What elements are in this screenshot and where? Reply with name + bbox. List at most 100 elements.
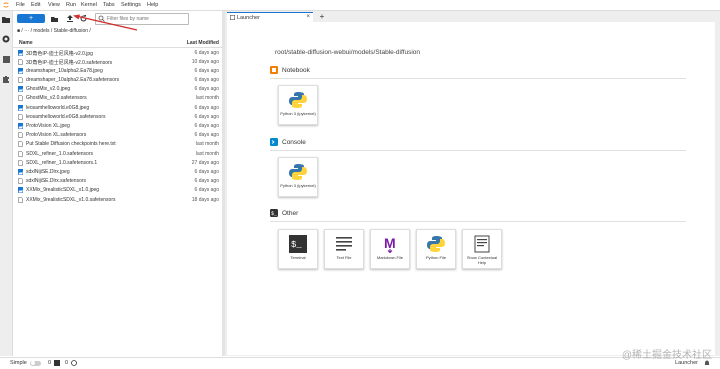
extension-icon[interactable] [2, 75, 10, 83]
file-name: SDXL_refiner_1.0.safetensors [26, 150, 93, 157]
file-modified: 6 days ago [194, 178, 219, 185]
notebook-python3-card[interactable]: Python 3 (ipykernel) [278, 85, 318, 125]
column-last-modified[interactable]: Last Modified [187, 40, 219, 46]
file-name: ProtoVision XL.jpeg [26, 123, 70, 129]
image-file-icon [18, 86, 23, 93]
image-file-icon [18, 104, 23, 111]
launcher-panel: root/stable-diffusion-webui/models/Stabl… [227, 22, 715, 355]
add-tab-button[interactable]: + [317, 12, 327, 22]
filter-files-input[interactable] [95, 13, 189, 25]
file-name: leosamhelloworld.e0G8.safetensors [26, 113, 106, 120]
file-list: 3D角色IP-迪士尼风格-v2.0.jpg 6 days ago 3D角色IP-迪士… [13, 48, 222, 204]
simple-mode-toggle[interactable] [30, 360, 41, 366]
file-icon [18, 196, 23, 203]
file-row[interactable]: XXMix_9realisticSDXL_v1.0.safetensors 18 … [13, 195, 222, 204]
file-row[interactable]: sdxlNijiSE.Dlrx.safetensors 6 days ago [13, 177, 222, 186]
running-icon[interactable] [2, 35, 10, 43]
upload-icon[interactable] [65, 14, 74, 23]
file-name: dreamshaper_10alpha2.Ea78.jpeg [26, 67, 103, 74]
text-file-card[interactable]: Text File [324, 229, 364, 269]
menu-file[interactable]: File [16, 2, 25, 8]
filter-files-field[interactable] [96, 14, 187, 23]
new-folder-icon[interactable] [50, 14, 59, 23]
file-icon [18, 160, 23, 166]
python-logo-icon [427, 236, 445, 252]
file-row[interactable]: dreamshaper_10alpha2.Ea78.jpeg 6 days ago [13, 66, 222, 75]
main-area: Launcher × + root/stable-diffusion-webui… [225, 11, 720, 356]
svg-text:$_: $_ [291, 240, 302, 250]
launcher-path: root/stable-diffusion-webui/models/Stabl… [275, 49, 421, 56]
file-row[interactable]: 3D角色IP-迪士尼风格-v2.0.jpg 6 days ago [13, 48, 222, 57]
image-file-icon [18, 168, 23, 175]
jupyter-logo-icon [3, 2, 9, 8]
image-file-icon [18, 123, 23, 129]
close-icon[interactable]: × [306, 14, 310, 20]
file-modified: 6 days ago [194, 132, 219, 139]
file-row[interactable]: leosamhelloworld.e0G8.jpeg 6 days ago [13, 103, 222, 112]
file-name: GhostMix_v2.0.safetensors [26, 95, 87, 102]
card-label: Markdown File [376, 255, 403, 260]
terminal-card[interactable]: $_ Terminal [278, 229, 318, 269]
file-row[interactable]: ProtoVision XL.jpeg 6 days ago [13, 122, 222, 131]
card-label: Show Contextual Help [466, 255, 498, 265]
file-row[interactable]: SDXL_refiner_1.0.safetensors.1 27 days ag… [13, 158, 222, 167]
file-name: XXMix_9realisticSDXL_v1.0.safetensors [26, 196, 116, 203]
file-modified: last month [195, 95, 219, 102]
terminal-count[interactable]: 0 [48, 360, 51, 366]
notebook-divider [270, 78, 686, 79]
file-row[interactable]: sdxlNijiSE.Dlrx.jpeg 6 days ago [13, 167, 222, 176]
menu-help[interactable]: Help [147, 2, 158, 8]
file-row[interactable]: GhostMix_v2.0.jpeg 6 days ago [13, 85, 222, 94]
file-row[interactable]: dreamshaper_10alpha2.Ea78.safetensors 6 d… [13, 76, 222, 85]
menu-edit[interactable]: Edit [31, 2, 40, 8]
commands-icon[interactable] [2, 55, 10, 63]
help-icon [474, 235, 490, 253]
file-row[interactable]: SDXL_refiner_1.0.safetensors last month [13, 149, 222, 158]
markdown-file-card[interactable]: M Markdown File [370, 229, 410, 269]
card-label: Python 3 (ipykernel) [280, 111, 316, 116]
console-python3-card[interactable]: Python 3 (ipykernel) [278, 157, 318, 197]
breadcrumb[interactable]: ■ / ··· / models / Stable-diffusion / [17, 28, 91, 34]
activity-bar [0, 11, 13, 356]
contextual-help-card[interactable]: Show Contextual Help [462, 229, 502, 269]
file-row[interactable]: leosamhelloworld.e0G8.safetensors 6 days … [13, 112, 222, 121]
file-modified: 6 days ago [194, 86, 219, 93]
menu-settings[interactable]: Settings [121, 2, 141, 8]
image-file-icon [18, 187, 23, 194]
file-modified: 6 days ago [194, 113, 219, 120]
menu-view[interactable]: View [48, 2, 60, 8]
file-icon [18, 132, 23, 138]
file-row[interactable]: Put Stable Diffusion checkpoints here.tx… [13, 140, 222, 149]
file-name: ProtoVision XL.safetensors [26, 132, 87, 139]
file-name: XXMix_9realisticSDXL_v1.0.jpeg [26, 187, 100, 194]
launcher-tab-icon [230, 15, 235, 20]
kernel-count[interactable]: 0 [65, 360, 68, 366]
file-modified: 6 days ago [194, 123, 219, 129]
column-name[interactable]: Name [19, 40, 33, 46]
file-browser: + ■ / ··· / models / Stable-diffusion / … [13, 11, 225, 356]
file-icon [18, 114, 23, 120]
refresh-icon[interactable] [79, 14, 88, 23]
terminal-icon: $_ [289, 235, 307, 253]
file-row[interactable]: XXMix_9realisticSDXL_v1.0.jpeg 6 days ago [13, 186, 222, 195]
file-modified: 10 days ago [191, 58, 219, 65]
file-row[interactable]: GhostMix_v2.0.safetensors last month [13, 94, 222, 103]
folder-icon[interactable] [2, 15, 10, 23]
menu-kernel[interactable]: Kernel [81, 2, 97, 8]
card-label: Python 3 (ipykernel) [280, 183, 316, 188]
menu-tabs[interactable]: Tabs [103, 2, 115, 8]
file-name: leosamhelloworld.e0G8.jpeg [26, 104, 90, 111]
console-section-title: Console [282, 139, 306, 146]
file-row[interactable]: ProtoVision XL.safetensors 6 days ago [13, 131, 222, 140]
python-file-card[interactable]: Python File [416, 229, 456, 269]
kernel-status-icon [71, 360, 77, 366]
menu-run[interactable]: Run [66, 2, 76, 8]
file-modified: 6 days ago [194, 49, 219, 56]
new-launcher-button[interactable]: + [17, 14, 45, 23]
text-file-icon [336, 237, 352, 251]
file-modified: last month [195, 150, 219, 157]
image-file-icon [18, 49, 23, 56]
file-row[interactable]: 3D角色IP-迪士尼风格-v2.0.safetensors 10 days ago [13, 57, 222, 66]
image-file-icon [18, 67, 23, 74]
file-modified: 18 days ago [191, 196, 219, 203]
